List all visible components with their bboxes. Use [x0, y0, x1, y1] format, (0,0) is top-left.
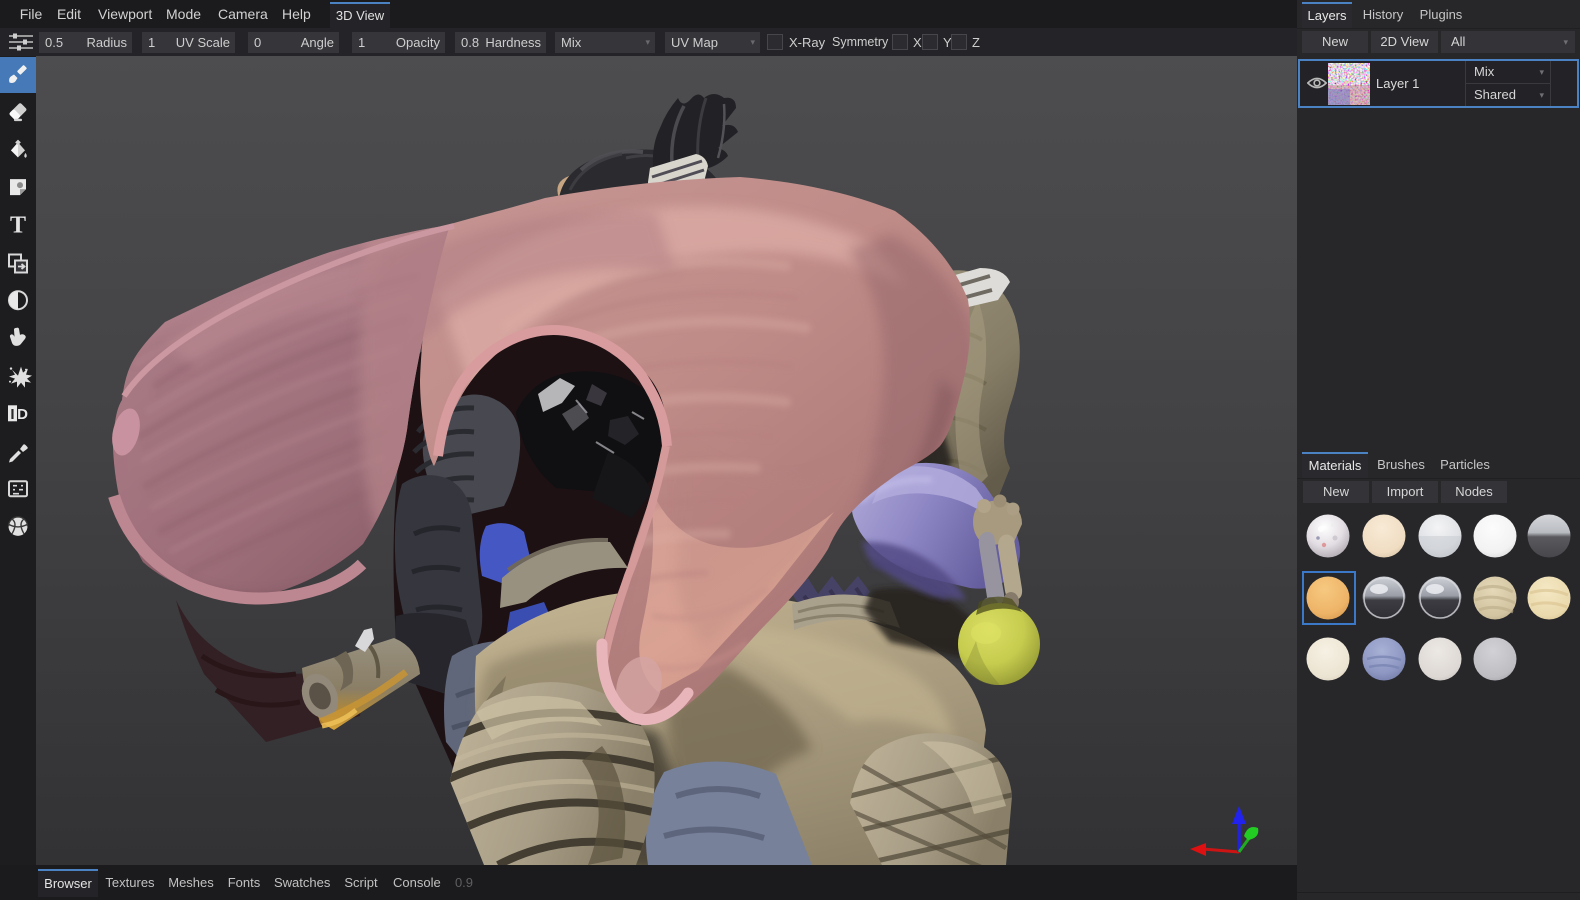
- svg-text:D: D: [17, 406, 28, 423]
- svg-text:T: T: [10, 212, 26, 238]
- svg-text:I: I: [10, 406, 14, 423]
